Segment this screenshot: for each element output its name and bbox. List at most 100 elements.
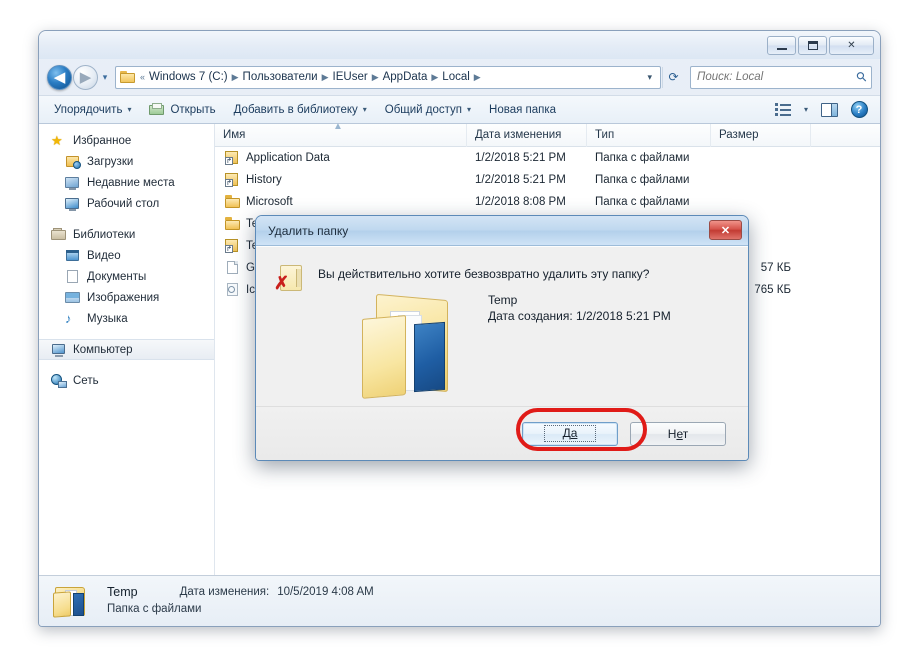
dialog-question: Вы действительно хотите безвозвратно уда… xyxy=(318,267,650,281)
yes-button[interactable]: Да xyxy=(522,421,618,446)
breadcrumb-item-0[interactable]: Windows 7 (C:) xyxy=(146,71,231,83)
breadcrumb-item-2[interactable]: IEUser xyxy=(330,71,371,83)
table-row[interactable]: Microsoft 1/2/2018 8:08 PM Папка с файла… xyxy=(215,191,880,213)
cell-name: Microsoft xyxy=(215,195,467,209)
dialog-title-bar: Удалить папку ✕ xyxy=(256,216,748,246)
dialog-close-button[interactable]: ✕ xyxy=(709,220,742,240)
chevron-right-icon[interactable]: ▶ xyxy=(473,72,482,83)
details-type: Папка с файлами xyxy=(107,603,202,615)
details-name: Temp xyxy=(107,585,138,599)
open-button[interactable]: Открыть xyxy=(140,99,224,121)
network-icon xyxy=(51,373,67,388)
video-icon xyxy=(65,249,81,263)
search-box[interactable]: ⚲ xyxy=(690,65,872,89)
breadcrumb-item-1[interactable]: Пользователи xyxy=(240,71,321,83)
file-icon xyxy=(225,261,240,275)
column-header-type[interactable]: Тип xyxy=(587,123,711,147)
change-view-button[interactable] xyxy=(768,99,798,121)
sidebar-item-desktop[interactable]: Рабочий стол xyxy=(39,193,214,214)
shortcut-icon: ↱ xyxy=(225,239,240,253)
help-button[interactable]: ? xyxy=(844,99,874,121)
new-folder-button[interactable]: Новая папка xyxy=(480,99,565,121)
close-icon: ✕ xyxy=(720,224,731,237)
refresh-button[interactable]: ⟳ xyxy=(662,66,684,88)
close-button[interactable]: ✕ xyxy=(829,36,874,55)
ico-file-icon xyxy=(225,283,240,297)
breadcrumb-prefix: « xyxy=(140,72,146,82)
navigation-pane[interactable]: ★ Избранное Загрузки Недавние места Рабо… xyxy=(39,124,215,575)
maximize-icon xyxy=(807,41,818,50)
table-row[interactable]: ↱ Application Data 1/2/2018 5:21 PM Папк… xyxy=(215,147,880,169)
desktop-icon xyxy=(65,197,81,211)
star-icon: ★ xyxy=(51,132,63,148)
breadcrumb-item-4[interactable]: Local xyxy=(439,71,473,83)
column-header-size[interactable]: Размер xyxy=(711,123,811,147)
sidebar-item-video[interactable]: Видео xyxy=(39,245,214,266)
sidebar-item-network[interactable]: Сеть xyxy=(39,370,214,391)
sidebar-item-label: Компьютер xyxy=(73,343,133,356)
folder-icon xyxy=(225,195,240,209)
sidebar-item-label: Сеть xyxy=(73,374,99,387)
sidebar-item-label: Видео xyxy=(87,249,121,262)
dialog-body: ✗ Вы действительно хотите безвозвратно у… xyxy=(256,246,748,406)
shortcut-icon: ↱ xyxy=(225,151,240,165)
dialog-item-created: Дата создания: 1/2/2018 5:21 PM xyxy=(488,309,671,323)
add-to-library-button[interactable]: Добавить в библиотеку ▾ xyxy=(225,99,376,121)
dialog-item-name: Temp xyxy=(488,293,518,307)
column-header-date[interactable]: Дата изменения xyxy=(467,123,587,147)
preview-pane-button[interactable] xyxy=(814,99,844,121)
minimize-button[interactable] xyxy=(767,36,796,55)
breadcrumb[interactable]: « Windows 7 (C:) ▶ Пользователи ▶ IEUser… xyxy=(115,65,661,89)
share-label: Общий доступ xyxy=(384,103,463,116)
share-button[interactable]: Общий доступ ▾ xyxy=(376,99,480,121)
address-dropdown-icon[interactable]: ▾ xyxy=(641,72,658,83)
sidebar-item-label: Загрузки xyxy=(87,155,134,168)
sidebar-item-downloads[interactable]: Загрузки xyxy=(39,151,214,172)
open-folder-icon xyxy=(53,584,93,618)
documents-icon xyxy=(65,269,81,284)
close-icon: ✕ xyxy=(847,40,856,51)
recent-pages-button[interactable]: ▾ xyxy=(98,66,112,88)
sidebar-item-computer[interactable]: Компьютер xyxy=(39,339,214,360)
cell-date: 1/2/2018 8:08 PM xyxy=(475,196,566,208)
sidebar-group-label: Библиотеки xyxy=(73,228,136,241)
maximize-button[interactable] xyxy=(798,36,827,55)
sidebar-group-libraries[interactable]: Библиотеки xyxy=(39,224,214,245)
folder-icon xyxy=(120,70,135,84)
help-icon: ? xyxy=(850,101,868,118)
open-folder-large-icon xyxy=(356,293,464,399)
details-bar: Temp Дата изменения: 10/5/2019 4:08 AM П… xyxy=(39,575,880,626)
sidebar-item-label: Изображения xyxy=(87,291,160,304)
window-controls: ✕ xyxy=(767,36,874,55)
sidebar-item-recent-places[interactable]: Недавние места xyxy=(39,172,214,193)
sidebar-item-pictures[interactable]: Изображения xyxy=(39,287,214,308)
organize-button[interactable]: Упорядочить ▾ xyxy=(45,99,140,121)
no-button[interactable]: Нет xyxy=(630,421,726,446)
folder-icon xyxy=(225,217,240,231)
sidebar-item-music[interactable]: ♪ Музыка xyxy=(39,308,214,329)
breadcrumb-item-3[interactable]: AppData xyxy=(380,71,431,83)
sidebar-item-label: Рабочий стол xyxy=(87,197,160,210)
chevron-right-icon[interactable]: ▶ xyxy=(430,72,439,83)
chevron-right-icon[interactable]: ▶ xyxy=(321,72,330,83)
table-row[interactable]: ↱ History 1/2/2018 5:21 PM Папка с файла… xyxy=(215,169,880,191)
sidebar-item-documents[interactable]: Документы xyxy=(39,266,214,287)
chevron-right-icon[interactable]: ▶ xyxy=(371,72,380,83)
cell-type: Папка с файлами xyxy=(595,174,690,186)
minimize-icon xyxy=(776,47,787,50)
chevron-right-icon[interactable]: ▶ xyxy=(231,72,240,83)
no-suffix: т xyxy=(682,426,689,441)
forward-button[interactable]: ▶ xyxy=(73,64,98,90)
chevron-down-icon: ▾ xyxy=(467,105,472,114)
change-view-dropdown[interactable]: ▾ xyxy=(798,99,814,121)
yes-button-label: Да xyxy=(543,425,597,442)
sidebar-group-favorites[interactable]: ★ Избранное xyxy=(39,130,214,151)
cell-name: ↱ Application Data xyxy=(215,151,467,165)
search-input[interactable] xyxy=(695,70,858,84)
music-icon: ♪ xyxy=(65,310,72,326)
back-button[interactable]: ◀ xyxy=(47,64,72,90)
title-bar: ✕ xyxy=(39,31,880,59)
cell-name: ↱ History xyxy=(215,173,467,187)
